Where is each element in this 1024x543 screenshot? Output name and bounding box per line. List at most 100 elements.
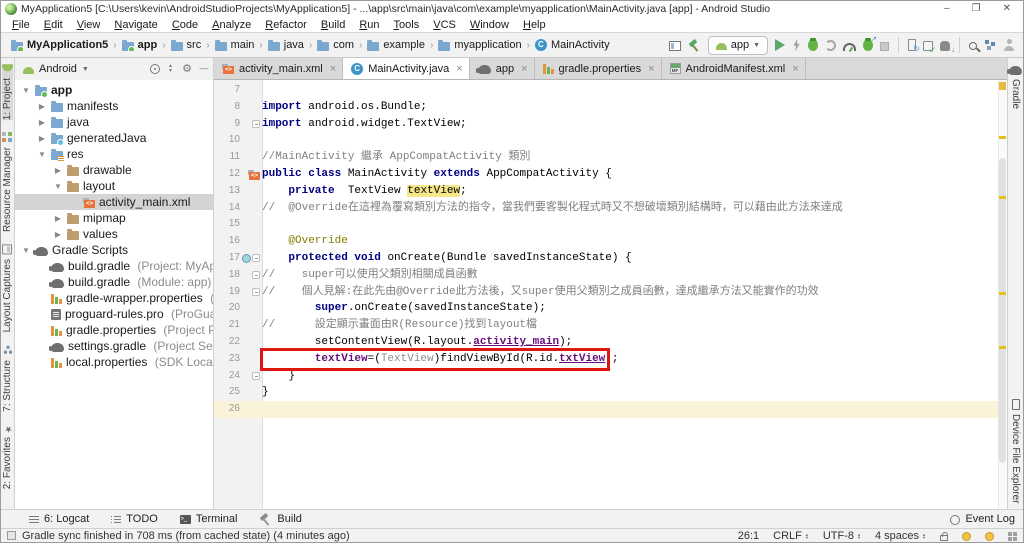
tree-item-drawable[interactable]: ▶ drawable: [15, 162, 213, 178]
lock-icon[interactable]: [940, 532, 948, 541]
tree-arrow-icon[interactable]: ▶: [53, 230, 63, 239]
layoutfile-icon[interactable]: [248, 169, 260, 180]
tree-arrow-icon[interactable]: ▼: [21, 86, 31, 95]
apply-changes-icon[interactable]: [793, 38, 800, 52]
warning-mark[interactable]: [999, 346, 1006, 349]
menu-view[interactable]: View: [71, 18, 107, 32]
status-crlf[interactable]: CRLF ▲ ▼: [773, 530, 809, 542]
code-line-26[interactable]: 26: [214, 401, 998, 418]
face-icon[interactable]: [962, 531, 971, 541]
debug-icon[interactable]: [808, 38, 818, 51]
event-log-button[interactable]: Event Log: [965, 513, 1015, 525]
device-manager-icon[interactable]: [908, 39, 920, 53]
breadcrumb-item-mainactivity[interactable]: MainActivity: [534, 39, 610, 51]
tree-item-manifests[interactable]: ▶ manifests: [15, 98, 213, 114]
attach-debugger-icon[interactable]: [825, 39, 836, 51]
tree-item-layout[interactable]: ▼ layout: [15, 178, 213, 194]
run-configuration-select[interactable]: app ▼: [707, 35, 768, 55]
code-line-10[interactable]: 10: [214, 132, 998, 149]
sync-project-icon[interactable]: [923, 40, 936, 54]
toolwindow-button-build[interactable]: Build: [259, 513, 301, 526]
warning-mark[interactable]: [999, 196, 1006, 199]
tree-item-gradle-properties[interactable]: gradle.properties (Project Prope: [15, 322, 213, 338]
code-line-24[interactable]: 24 }: [214, 368, 998, 385]
tab-app[interactable]: app ×: [470, 58, 535, 79]
tree-arrow-icon[interactable]: ▶: [37, 134, 47, 143]
profile-icon[interactable]: [1003, 39, 1015, 51]
tree-arrow-icon[interactable]: ▶: [37, 102, 47, 111]
project-view-mode-select[interactable]: Android: [39, 63, 77, 75]
menu-window[interactable]: Window: [464, 18, 515, 32]
tree-item-generatedjava[interactable]: ▶ generatedJava: [15, 130, 213, 146]
menu-navigate[interactable]: Navigate: [108, 18, 163, 32]
tab-mainactivity-java[interactable]: MainActivity.java ×: [343, 58, 470, 79]
tab-activity-main-xml[interactable]: activity_main.xml ×: [214, 58, 344, 79]
tool-button-layout-captures[interactable]: Layout Captures: [2, 244, 13, 333]
sdk-manager-icon[interactable]: [940, 40, 955, 54]
tab-androidmanifest-xml[interactable]: AndroidManifest.xml ×: [662, 58, 806, 79]
project-structure-icon[interactable]: [984, 39, 996, 51]
toolwindow-button-todo[interactable]: TODO: [111, 513, 158, 525]
code-editor[interactable]: 7 8 import android.os.Bundle; 9 import andro…: [214, 80, 1007, 509]
override-icon[interactable]: [242, 252, 256, 263]
inspection-indicator-icon[interactable]: [999, 82, 1006, 90]
run-icon[interactable]: [775, 39, 785, 51]
tree-item-activity-main-xml[interactable]: activity_main.xml: [15, 194, 213, 210]
panel-settings-icon[interactable]: [181, 63, 193, 75]
menu-analyze[interactable]: Analyze: [206, 18, 257, 32]
close-tab-icon[interactable]: ×: [792, 63, 798, 75]
menu-help[interactable]: Help: [517, 18, 552, 32]
code-line-19[interactable]: 19 // 個人見解:在此先由@Override此方法後，又super使用父類別之…: [214, 284, 998, 301]
code-line-17[interactable]: 17 protected void onCreate(Bundle savedI…: [214, 250, 998, 267]
tree-arrow-icon[interactable]: ▶: [53, 214, 63, 223]
close-button[interactable]: ✕: [1003, 2, 1011, 16]
code-line-14[interactable]: 14 // @Override在這裡為覆寫類別方法的指令，當我們要客製化程式時又不…: [214, 200, 998, 217]
code-line-23[interactable]: 23 textView=(TextView)findViewById(R.id.…: [214, 351, 998, 368]
fold-icon[interactable]: [252, 271, 260, 280]
toolwindow-button-6-logcat[interactable]: 6: Logcat: [29, 513, 89, 525]
menu-run[interactable]: Run: [353, 18, 385, 32]
code-line-22[interactable]: 22 setContentView(R.layout.activity_main…: [214, 334, 998, 351]
face-icon[interactable]: [985, 531, 994, 541]
toolwindow-toggle-icon[interactable]: [7, 531, 16, 540]
editor-scrollbar[interactable]: [999, 158, 1006, 463]
tree-item-gradle-scripts[interactable]: ▼ Gradle Scripts: [15, 242, 213, 258]
tree-item-res[interactable]: ▼ res: [15, 146, 213, 162]
collapse-all-icon[interactable]: [166, 64, 175, 74]
tool-button-7-structure[interactable]: 7: Structure: [2, 345, 13, 412]
tree-item-gradle-wrapper-properties[interactable]: gradle-wrapper.properties (Grad: [15, 290, 213, 306]
fold-icon[interactable]: [252, 371, 260, 380]
layout-inspector-icon[interactable]: [668, 40, 681, 51]
breadcrumb-item-main[interactable]: main: [214, 39, 254, 51]
close-tab-icon[interactable]: ×: [330, 63, 336, 75]
breadcrumb-item-java[interactable]: java: [267, 39, 304, 51]
code-line-15[interactable]: 15: [214, 216, 998, 233]
tool-button-2-favorites[interactable]: 2: Favorites: [2, 423, 13, 489]
tree-item-values[interactable]: ▶ values: [15, 226, 213, 242]
stop-icon[interactable]: [880, 41, 889, 51]
code-line-20[interactable]: 20 super.onCreate(savedInstanceState);: [214, 300, 998, 317]
breadcrumb-item-src[interactable]: src: [170, 39, 201, 51]
error-stripe[interactable]: [998, 80, 1007, 509]
tree-item-proguard-rules-pro[interactable]: proguard-rules.pro (ProGuard R: [15, 306, 213, 322]
breadcrumb-item-myapplication[interactable]: myapplication: [438, 39, 522, 51]
apply-code-changes-icon[interactable]: [863, 35, 877, 51]
tool-button-1-project[interactable]: 1: Project: [2, 64, 13, 121]
tree-item-java[interactable]: ▶ java: [15, 114, 213, 130]
code-line-7[interactable]: 7: [214, 82, 998, 99]
warning-mark[interactable]: [999, 136, 1006, 139]
status-4-spaces[interactable]: 4 spaces ▲ ▼: [875, 530, 926, 542]
breadcrumb-item-example[interactable]: example: [367, 39, 425, 51]
search-everywhere-icon[interactable]: [969, 41, 977, 50]
menu-refactor[interactable]: Refactor: [259, 18, 313, 32]
code-line-11[interactable]: 11 //MainActivity 繼承 AppCompatActivity 類別: [214, 149, 998, 166]
toolwindow-button-terminal[interactable]: Terminal: [179, 513, 237, 525]
tree-item-app[interactable]: ▼ app: [15, 82, 213, 98]
menu-build[interactable]: Build: [315, 18, 351, 32]
tool-button-resource-manager[interactable]: Resource Manager: [2, 132, 13, 232]
code-line-13[interactable]: 13 private TextView textView;: [214, 183, 998, 200]
tree-item-settings-gradle[interactable]: settings.gradle (Project Settings): [15, 338, 213, 354]
menu-file[interactable]: File: [6, 18, 36, 32]
menu-code[interactable]: Code: [166, 18, 204, 32]
code-line-9[interactable]: 9 import android.widget.TextView;: [214, 116, 998, 133]
